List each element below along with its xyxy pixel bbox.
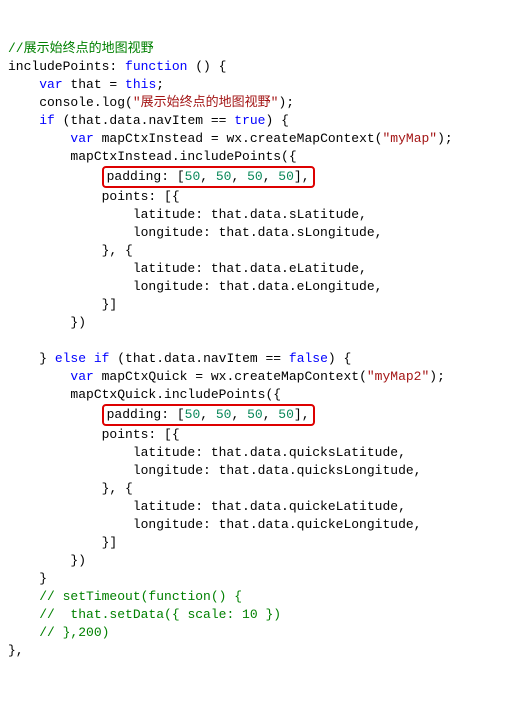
- number-literal: 50: [185, 407, 201, 422]
- keyword-if: if: [39, 113, 55, 128]
- code-text: points: [{: [8, 189, 180, 204]
- keyword-var: var: [70, 131, 93, 146]
- code-text: () {: [187, 59, 226, 74]
- comment-line: // },200): [39, 625, 109, 640]
- code-text: that =: [63, 77, 125, 92]
- number-literal: 50: [216, 407, 232, 422]
- code-text: : [: [161, 169, 184, 184]
- code-text: ;: [156, 77, 164, 92]
- code-text: }): [8, 553, 86, 568]
- code-text: ],: [294, 169, 310, 184]
- keyword-var: var: [70, 369, 93, 384]
- code-text: ,: [231, 407, 247, 422]
- boolean-true: true: [234, 113, 265, 128]
- string-literal: "myMap2": [367, 369, 429, 384]
- code-text: longitude: that.data.quicksLongitude,: [8, 463, 421, 478]
- code-text: );: [437, 131, 453, 146]
- code-text: mapCtxInstead = wx.createMapContext(: [94, 131, 383, 146]
- code-text: padding: [107, 407, 162, 422]
- code-text: }: [8, 571, 47, 586]
- number-literal: 50: [247, 169, 263, 184]
- number-literal: 50: [216, 169, 232, 184]
- code-text: mapCtxInstead.includePoints({: [8, 149, 297, 164]
- code-text: [8, 369, 70, 384]
- code-text: (that.data.navItem ==: [109, 351, 288, 366]
- highlight-padding-2: padding: [50, 50, 50, 50],: [102, 404, 315, 426]
- string-literal: "展示始终点的地图视野": [133, 95, 279, 110]
- code-text: longitude: that.data.sLongitude,: [8, 225, 382, 240]
- code-text: }]: [8, 297, 117, 312]
- code-text: mapCtxQuick = wx.createMapContext(: [94, 369, 367, 384]
- highlight-padding-1: padding: [50, 50, 50, 50],: [102, 166, 315, 188]
- code-text: }, {: [8, 243, 133, 258]
- keyword-function: function: [125, 59, 187, 74]
- code-text: latitude: that.data.eLatitude,: [8, 261, 367, 276]
- number-literal: 50: [278, 407, 294, 422]
- code-text: );: [278, 95, 294, 110]
- code-text: ,: [231, 169, 247, 184]
- number-literal: 50: [185, 169, 201, 184]
- code-text: points: [{: [8, 427, 180, 442]
- comment-line: // setTimeout(function() {: [39, 589, 242, 604]
- code-text: ,: [263, 169, 279, 184]
- code-text: [8, 407, 102, 422]
- code-text: [8, 625, 39, 640]
- code-text: ) {: [328, 351, 351, 366]
- code-text: }): [8, 315, 86, 330]
- code-text: },: [8, 643, 24, 658]
- code-text: }: [8, 351, 55, 366]
- code-text: [86, 351, 94, 366]
- code-text: ,: [200, 407, 216, 422]
- code-text: console.log(: [8, 95, 133, 110]
- code-text: (that.data.navItem ==: [55, 113, 234, 128]
- code-text: ],: [294, 407, 310, 422]
- code-block: //展示始终点的地图视野 includePoints: function () …: [8, 40, 502, 660]
- code-text: [8, 607, 39, 622]
- keyword-else: else: [55, 351, 86, 366]
- code-text: includePoints: [8, 59, 109, 74]
- code-text: mapCtxQuick.includePoints({: [8, 387, 281, 402]
- code-text: ,: [263, 407, 279, 422]
- comment-line: // that.setData({ scale: 10 }): [39, 607, 281, 622]
- code-text: longitude: that.data.eLongitude,: [8, 279, 382, 294]
- code-text: ) {: [265, 113, 288, 128]
- code-text: }]: [8, 535, 117, 550]
- code-text: :: [109, 59, 125, 74]
- boolean-false: false: [289, 351, 328, 366]
- code-text: ,: [200, 169, 216, 184]
- code-text: [8, 589, 39, 604]
- code-text: latitude: that.data.quickeLatitude,: [8, 499, 406, 514]
- keyword-var: var: [39, 77, 62, 92]
- code-text: latitude: that.data.quicksLatitude,: [8, 445, 406, 460]
- number-literal: 50: [278, 169, 294, 184]
- number-literal: 50: [247, 407, 263, 422]
- code-text: [8, 113, 39, 128]
- code-text: longitude: that.data.quickeLongitude,: [8, 517, 421, 532]
- code-text: [8, 131, 70, 146]
- code-text: [8, 77, 39, 92]
- comment-line: //展示始终点的地图视野: [8, 41, 154, 56]
- keyword-if: if: [94, 351, 110, 366]
- code-text: padding: [107, 169, 162, 184]
- keyword-this: this: [125, 77, 156, 92]
- string-literal: "myMap": [382, 131, 437, 146]
- code-text: latitude: that.data.sLatitude,: [8, 207, 367, 222]
- code-text: }, {: [8, 481, 133, 496]
- code-text: : [: [161, 407, 184, 422]
- code-text: );: [429, 369, 445, 384]
- code-text: [8, 169, 102, 184]
